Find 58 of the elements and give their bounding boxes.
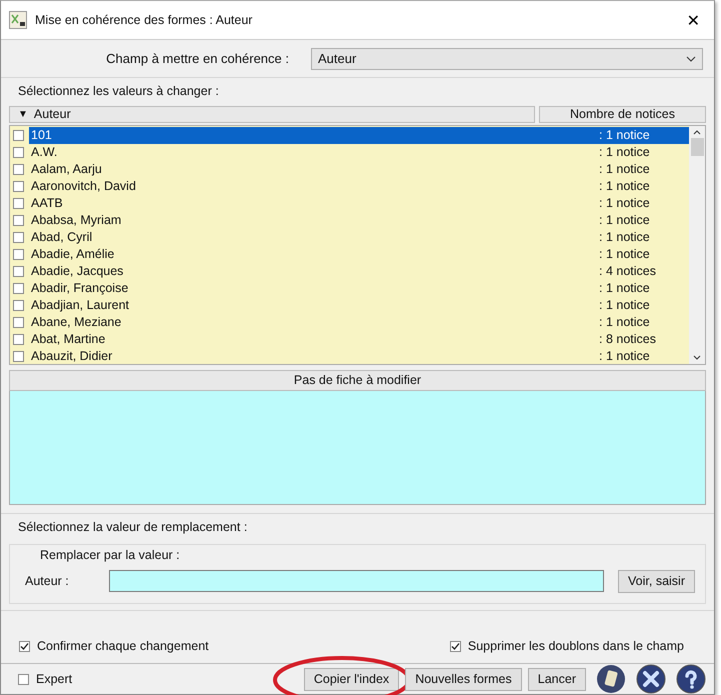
list-item[interactable]: Abadjian, Laurent : 1 notice: [29, 296, 689, 314]
list-item[interactable]: Abane, Meziane : 1 notice: [29, 314, 689, 331]
action-button[interactable]: Lancer: [528, 668, 586, 690]
check-icon: [450, 642, 460, 650]
list-item[interactable]: Abat, Martine : 8 notices: [29, 330, 689, 348]
list-item[interactable]: Aalam, Aarju : 1 notice: [29, 160, 689, 178]
checkbox[interactable]: [13, 198, 24, 209]
close-icon: [636, 664, 666, 694]
checkbox[interactable]: [13, 350, 24, 362]
checkbox[interactable]: [13, 130, 24, 141]
panel-header: Pas de fiche à modifier: [9, 370, 706, 391]
check-icon: [20, 642, 29, 650]
app-icon: [9, 11, 27, 30]
window-title: Mise en cohérence des formes : Auteur: [35, 13, 254, 28]
checkbox[interactable]: [13, 266, 24, 277]
list-item[interactable]: Abad, Cyril : 1 notice: [29, 228, 689, 246]
replacement-field[interactable]: [109, 570, 604, 592]
checkbox[interactable]: [13, 180, 24, 192]
section-title: Sélectionnez la valeur de remplacement :: [18, 520, 248, 536]
list-item[interactable]: Aaronovitch, David : 1 notice: [29, 178, 689, 195]
section-title: Sélectionnez les valeurs à changer :: [18, 84, 220, 100]
field-dropdown[interactable]: Auteur: [311, 48, 703, 70]
group-title: Remplacer par la valeur :: [40, 548, 181, 564]
view-button[interactable]: Voir, saisir: [618, 570, 695, 593]
scrollbar-thumb[interactable]: [690, 138, 704, 156]
checkbox[interactable]: [13, 300, 24, 311]
list-item[interactable]: Abadir, Françoise : 1 notice: [29, 280, 689, 297]
checkbox[interactable]: [13, 214, 24, 226]
close-button[interactable]: ✕: [680, 10, 706, 30]
checkbox[interactable]: [13, 248, 24, 260]
icon-button[interactable]: [636, 664, 666, 694]
option-checkbox[interactable]: Supprimer les doublons dans le champ: [446, 639, 684, 653]
column-header[interactable]: Nombre de notices: [539, 106, 706, 123]
list-item[interactable]: Abadie, Amélie : 1 notice: [29, 246, 689, 263]
action-button[interactable]: Nouvelles formes: [405, 668, 522, 690]
help-icon: [676, 664, 706, 694]
list-item[interactable]: 101 : 1 notice: [29, 126, 689, 144]
field-label: Champ à mettre en cohérence :: [105, 51, 290, 66]
list-item[interactable]: AATB : 1 notice: [29, 194, 689, 212]
field-label: Auteur :: [24, 574, 70, 588]
checkbox[interactable]: [13, 282, 24, 294]
chevron-icon: [686, 56, 696, 62]
checkbox[interactable]: [13, 316, 24, 328]
list-item[interactable]: Abadie, Jacques : 4 notices: [29, 262, 689, 280]
checkbox[interactable]: [13, 146, 24, 158]
action-button[interactable]: Copier l'index: [304, 668, 400, 690]
column-header[interactable]: ▼ Auteur: [9, 106, 535, 123]
list-item[interactable]: A.W. : 1 notice: [29, 144, 689, 161]
list-item[interactable]: Abauzit, Didier : 1 notice: [29, 348, 689, 364]
checkbox[interactable]: [13, 334, 24, 345]
icon-button[interactable]: [676, 664, 706, 694]
expert-checkbox[interactable]: Expert: [15, 672, 72, 686]
checkbox[interactable]: [13, 232, 24, 243]
option-checkbox[interactable]: Confirmer chaque changement: [16, 639, 209, 653]
list-item[interactable]: Ababsa, Myriam : 1 notice: [29, 212, 689, 229]
note-icon: [596, 664, 626, 694]
icon-button[interactable]: [596, 664, 626, 694]
checkbox[interactable]: [13, 164, 24, 175]
